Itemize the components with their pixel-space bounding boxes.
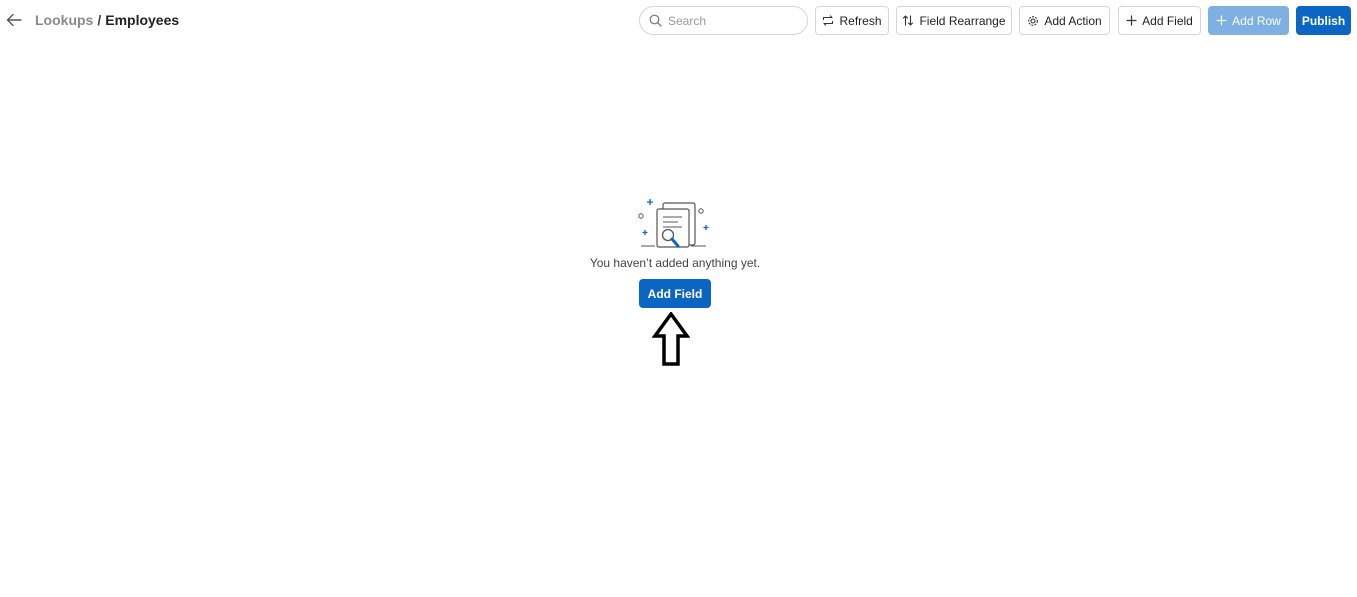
arrow-up-icon — [652, 312, 690, 366]
add-action-label: Add Action — [1044, 13, 1102, 28]
top-bar: Lookups/Employees Refresh Field Rearrang… — [0, 0, 1357, 40]
plus-icon — [1126, 15, 1137, 26]
document-search-illustration-icon — [638, 199, 709, 248]
field-rearrange-button[interactable]: Field Rearrange — [896, 6, 1012, 35]
gear-icon — [1027, 15, 1039, 27]
arrow-left-icon — [6, 13, 22, 27]
search-input[interactable] — [668, 13, 798, 28]
breadcrumb-separator: / — [97, 12, 102, 28]
refresh-button[interactable]: Refresh — [815, 6, 889, 35]
sort-arrows-icon — [902, 15, 914, 26]
plus-icon — [1216, 15, 1227, 26]
publish-button[interactable]: Publish — [1296, 6, 1351, 35]
refresh-label: Refresh — [839, 13, 882, 28]
refresh-icon — [822, 15, 834, 26]
breadcrumb-lookups[interactable]: Lookups — [35, 12, 93, 28]
field-rearrange-label: Field Rearrange — [919, 13, 1006, 28]
add-action-button[interactable]: Add Action — [1019, 6, 1110, 35]
empty-state: You haven’t added anything yet. Add Fiel… — [0, 195, 1350, 308]
back-button[interactable] — [5, 11, 23, 29]
add-field-button[interactable]: Add Field — [1118, 6, 1201, 35]
empty-add-field-button[interactable]: Add Field — [638, 279, 712, 308]
breadcrumb: Lookups / Employees — [35, 12, 179, 28]
publish-label: Publish — [1301, 13, 1346, 28]
add-row-label: Add Row — [1232, 13, 1281, 28]
search-box[interactable] — [639, 6, 808, 35]
search-icon — [649, 14, 662, 27]
add-field-label: Add Field — [1142, 13, 1193, 28]
empty-state-message: You haven’t added anything yet. — [589, 256, 761, 270]
add-row-button[interactable]: Add Row — [1208, 6, 1289, 35]
page-title: Employees — [105, 12, 180, 28]
